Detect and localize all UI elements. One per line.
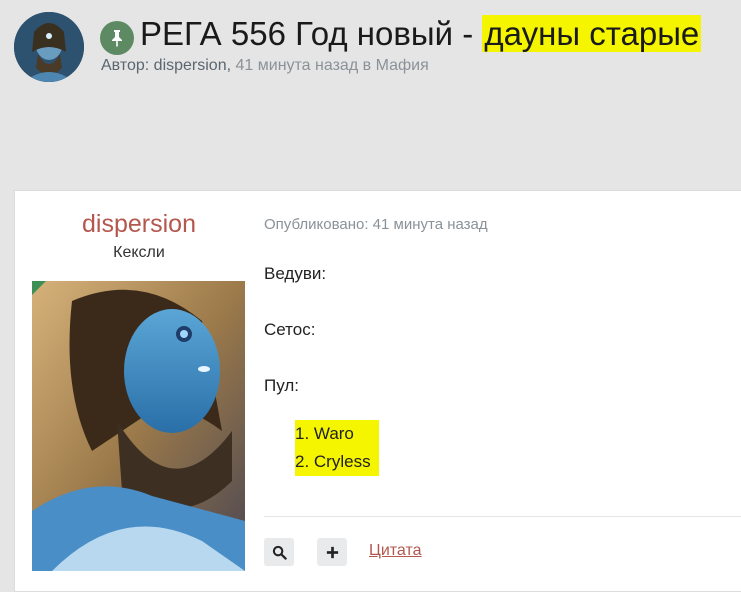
post-divider: [264, 516, 741, 517]
post-host-line: Ведуви:: [264, 264, 327, 283]
search-icon: [272, 545, 287, 560]
forum-link[interactable]: Мафия: [376, 57, 429, 74]
post-pool-line: Пул:: [264, 376, 299, 395]
pool-list-item: 2. Cryless: [295, 448, 379, 476]
topic-author-avatar[interactable]: [14, 12, 84, 82]
post-author-name[interactable]: dispersion: [14, 210, 264, 239]
post-author-rank: Кексли: [113, 244, 165, 261]
byline-separator: ,: [226, 57, 232, 74]
topic-time: 41 минута назад: [235, 57, 359, 74]
post-author-photo[interactable]: [32, 281, 245, 571]
title-highlight: дауны старые: [482, 15, 702, 52]
post-published-time: Опубликовано: 41 минута назад: [264, 216, 488, 233]
page-title: РЕГА 556 Год новый - дауны старые: [140, 12, 702, 56]
pin-icon: [112, 30, 122, 47]
byline-label: Автор:: [101, 57, 150, 74]
post-setos-line: Сетос:: [264, 320, 316, 339]
byline-in: в: [362, 57, 372, 74]
avatar-image: [14, 12, 84, 82]
pool-list: 1. Waro 2. Cryless: [295, 420, 379, 476]
online-indicator: [32, 281, 46, 295]
multiquote-add-button[interactable]: [317, 538, 347, 566]
pool-list-item: 1. Waro: [295, 420, 379, 448]
topic-author-link[interactable]: dispersion: [154, 57, 227, 74]
title-text: РЕГА 556 Год новый -: [140, 15, 483, 52]
pinned-badge: [100, 21, 134, 55]
quote-button[interactable]: Цитата: [369, 542, 422, 560]
author-photo-image: [32, 281, 245, 571]
topic-byline: Автор: dispersion, 41 минута назад в Маф…: [101, 57, 429, 75]
plus-icon: [326, 546, 338, 558]
search-button[interactable]: [264, 538, 294, 566]
